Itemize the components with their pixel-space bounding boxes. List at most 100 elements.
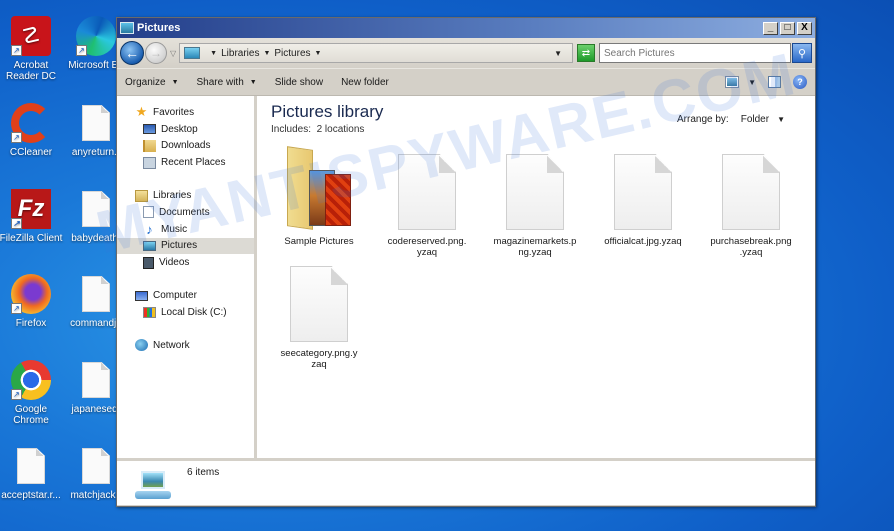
shortcut-arrow-icon: ↗ xyxy=(76,45,87,56)
forward-button[interactable]: → xyxy=(145,42,167,64)
file-icon xyxy=(17,448,45,484)
network-icon xyxy=(135,339,148,352)
share-with-button[interactable]: Share with ▼ xyxy=(197,77,257,88)
music-note-icon: ♪ xyxy=(146,221,153,237)
file-item[interactable]: seecategory.png.y zaq xyxy=(265,262,373,374)
nav-computer[interactable]: Computer xyxy=(117,287,254,304)
file-list-pane[interactable]: Pictures library Includes: 2 locations A… xyxy=(257,96,815,458)
nav-downloads[interactable]: Downloads xyxy=(117,138,254,155)
recent-pages-dropdown[interactable]: ▽ xyxy=(170,49,176,58)
nav-pictures[interactable]: Pictures xyxy=(117,237,254,255)
minimize-button[interactable]: _ xyxy=(763,21,778,35)
desktop-icon-chrome[interactable]: ↗ Google Chrome xyxy=(0,360,66,426)
file-item[interactable]: officialcat.jpg.yzaq xyxy=(589,150,697,262)
libraries-icon xyxy=(135,189,148,202)
includes-locations-link[interactable]: 2 locations xyxy=(317,124,365,135)
address-bar[interactable]: ▼ Libraries ▼ Pictures ▼ ▼ xyxy=(179,43,573,63)
shortcut-arrow-icon: ↗ xyxy=(11,45,22,56)
chevron-down-icon: ▼ xyxy=(171,78,179,86)
chevron-down-icon[interactable]: ▼ xyxy=(777,115,785,124)
breadcrumb-libraries[interactable]: Libraries xyxy=(221,48,259,59)
file-item[interactable]: purchasebreak.png .yzaq xyxy=(697,150,805,262)
blank-file-icon xyxy=(614,154,672,230)
breadcrumb-pictures[interactable]: Pictures xyxy=(274,48,310,59)
desktop-icon-filezilla[interactable]: Fz ↗ FileZilla Client xyxy=(0,189,66,244)
desktop-icon xyxy=(143,124,156,135)
organize-button[interactable]: Organize ▼ xyxy=(125,77,179,88)
help-icon[interactable]: ? xyxy=(793,75,807,89)
preview-pane-icon[interactable] xyxy=(768,76,781,88)
nav-local-disk[interactable]: Local Disk (C:) xyxy=(117,304,254,321)
arrange-by: Arrange by: Folder ▼ xyxy=(677,114,785,125)
file-item[interactable]: codereserved.png. yzaq xyxy=(373,150,481,262)
chevron-right-icon[interactable]: ▼ xyxy=(315,50,322,57)
desktop-icon-firefox[interactable]: ↗ Firefox xyxy=(0,274,66,329)
shortcut-arrow-icon: ↗ xyxy=(11,218,22,229)
file-icon xyxy=(82,105,110,141)
blank-file-icon xyxy=(506,154,564,230)
navigation-pane[interactable]: ★ Favorites Desktop Downloads Recent Plac… xyxy=(117,96,257,458)
acrobat-icon: ☡ ↗ xyxy=(11,16,51,56)
new-folder-button[interactable]: New folder xyxy=(341,77,389,88)
close-button[interactable]: X xyxy=(797,21,812,35)
firefox-icon: ↗ xyxy=(11,274,51,314)
desktop-icon-acrobat[interactable]: ☡ ↗ Acrobat Reader DC xyxy=(0,16,66,82)
view-options-dropdown[interactable]: ▼ xyxy=(748,78,756,87)
edge-icon: ↗ xyxy=(76,16,116,56)
file-grid: Sample Pictures codereserved.png. yzaq m… xyxy=(265,146,805,374)
back-button[interactable]: ← xyxy=(120,41,144,65)
blank-file-icon xyxy=(722,154,780,230)
command-bar: Organize ▼ Share with ▼ Slide show New fol… xyxy=(117,68,815,96)
slide-show-button[interactable]: Slide show xyxy=(275,77,323,88)
filezilla-icon: Fz ↗ xyxy=(11,189,51,229)
nav-network[interactable]: Network xyxy=(117,337,254,354)
folder-item[interactable]: Sample Pictures xyxy=(265,146,373,262)
nav-recent-places[interactable]: Recent Places xyxy=(117,154,254,171)
ccleaner-icon: ↗ xyxy=(11,103,51,143)
nav-desktop[interactable]: Desktop xyxy=(117,121,254,138)
title-bar[interactable]: Pictures _ □ X xyxy=(117,18,815,38)
file-item[interactable]: magazinemarkets.p ng.yzaq xyxy=(481,150,589,262)
pictures-library-large-icon xyxy=(135,471,171,503)
chevron-right-icon[interactable]: ▼ xyxy=(210,50,217,57)
nav-music[interactable]: ♪ Music xyxy=(117,221,254,238)
picture-folder-icon xyxy=(287,146,351,230)
film-strip-icon xyxy=(143,256,154,269)
documents-icon xyxy=(143,206,154,219)
address-row: ← → ▽ ▼ Libraries ▼ Pictures ▼ ▼ ⇄ ⚲ xyxy=(117,38,815,68)
change-view-icon[interactable] xyxy=(725,76,740,88)
refresh-button[interactable]: ⇄ xyxy=(577,44,595,62)
blank-file-icon xyxy=(290,266,348,342)
search-icon[interactable]: ⚲ xyxy=(792,43,812,63)
shortcut-arrow-icon: ↗ xyxy=(11,389,22,400)
desktop-icon-acceptstar[interactable]: acceptstar.r... xyxy=(0,446,66,501)
file-icon xyxy=(82,362,110,398)
explorer-body: ★ Favorites Desktop Downloads Recent Plac… xyxy=(117,96,815,458)
recent-places-icon xyxy=(143,156,156,169)
item-count: 6 items xyxy=(187,467,220,478)
hard-disk-icon xyxy=(143,306,156,318)
file-icon xyxy=(82,276,110,312)
nav-documents[interactable]: Documents xyxy=(117,204,254,221)
chevron-right-icon[interactable]: ▼ xyxy=(263,50,270,57)
explorer-window: Pictures _ □ X ← → ▽ ▼ Libraries ▼ Pictu… xyxy=(116,17,816,507)
arrange-by-dropdown[interactable]: Folder xyxy=(741,114,769,125)
file-icon xyxy=(82,191,110,227)
computer-icon xyxy=(135,290,148,301)
pictures-library-icon xyxy=(120,22,134,34)
nav-videos[interactable]: Videos xyxy=(117,254,254,271)
maximize-button[interactable]: □ xyxy=(780,21,795,35)
downloads-folder-icon xyxy=(143,139,156,152)
library-includes: Includes: 2 locations xyxy=(271,124,365,135)
nav-favorites[interactable]: ★ Favorites xyxy=(117,104,254,121)
pictures-icon xyxy=(143,240,156,251)
details-pane: 6 items xyxy=(117,458,815,505)
shortcut-arrow-icon: ↗ xyxy=(11,132,22,143)
address-history-dropdown[interactable]: ▼ xyxy=(554,49,562,58)
chevron-down-icon: ▼ xyxy=(249,78,257,86)
desktop-icon-ccleaner[interactable]: ↗ CCleaner xyxy=(0,103,66,158)
search-input[interactable] xyxy=(604,47,790,59)
nav-libraries[interactable]: Libraries xyxy=(117,187,254,204)
search-field[interactable] xyxy=(599,43,791,63)
file-icon xyxy=(82,448,110,484)
